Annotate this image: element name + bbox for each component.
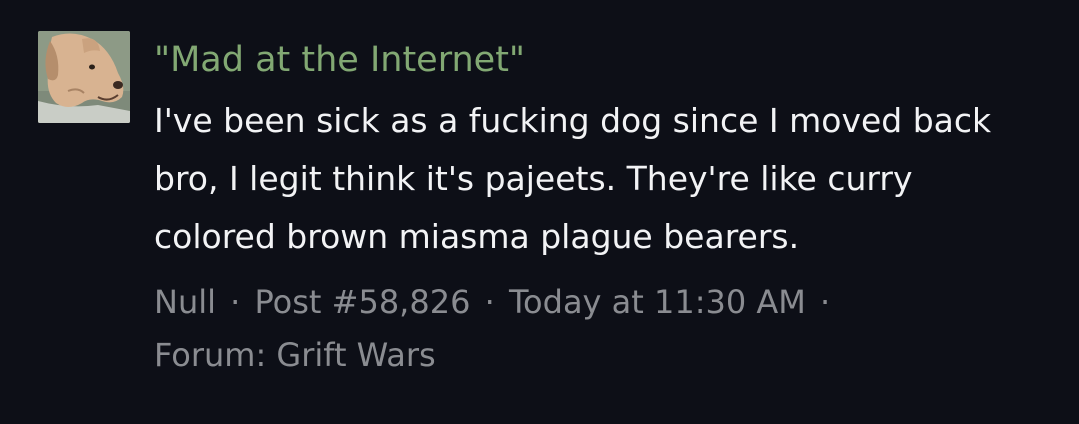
post-number-link[interactable]: Post #58,826: [255, 283, 471, 321]
thread-title-link[interactable]: "Mad at the Internet": [154, 34, 1059, 86]
meta-separator: ·: [820, 283, 831, 321]
author-link[interactable]: Null: [154, 283, 216, 321]
search-result-post[interactable]: "Mad at the Internet" I've been sick as …: [0, 0, 1079, 424]
post-meta: Null · Post #58,826 · Today at 11:30 AM …: [154, 276, 1034, 382]
post-timestamp: Today at 11:30 AM: [508, 283, 806, 321]
result-content: "Mad at the Internet" I've been sick as …: [154, 34, 1059, 382]
forum-link[interactable]: Forum: Grift Wars: [154, 336, 436, 374]
meta-separator: ·: [230, 283, 241, 321]
post-snippet: I've been sick as a fucking dog since I …: [154, 101, 992, 256]
meta-separator: ·: [484, 283, 495, 321]
dog-avatar-icon[interactable]: [38, 31, 130, 123]
